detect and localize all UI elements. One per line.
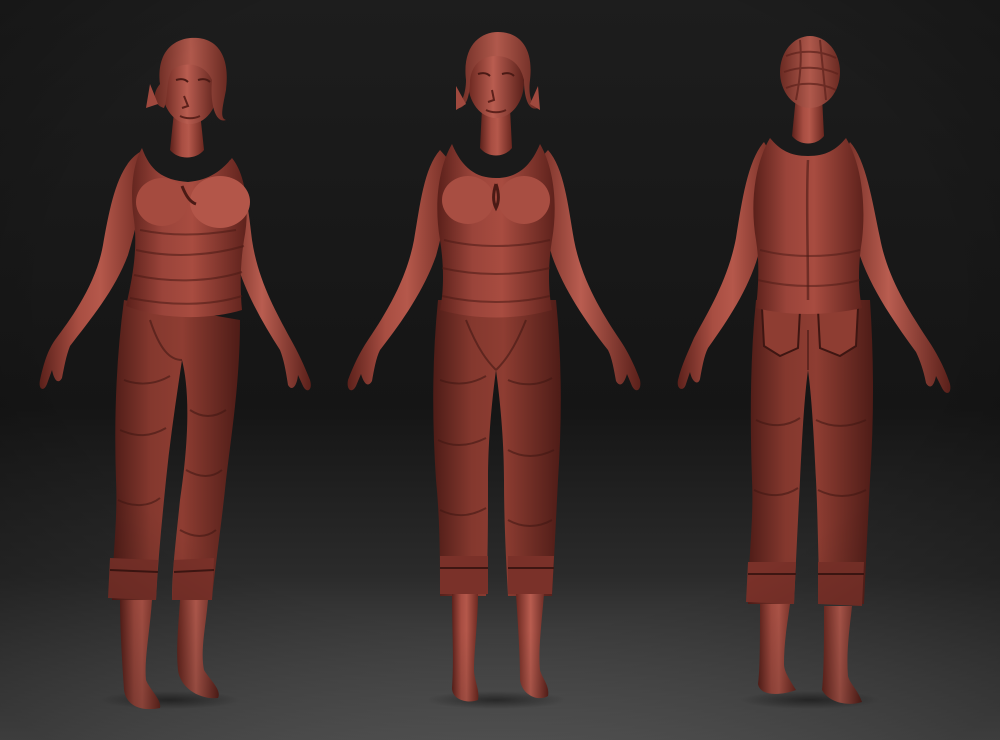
vignette-overlay [0, 0, 1000, 740]
sculpt-viewport [0, 0, 1000, 740]
render-canvas [0, 0, 1000, 740]
